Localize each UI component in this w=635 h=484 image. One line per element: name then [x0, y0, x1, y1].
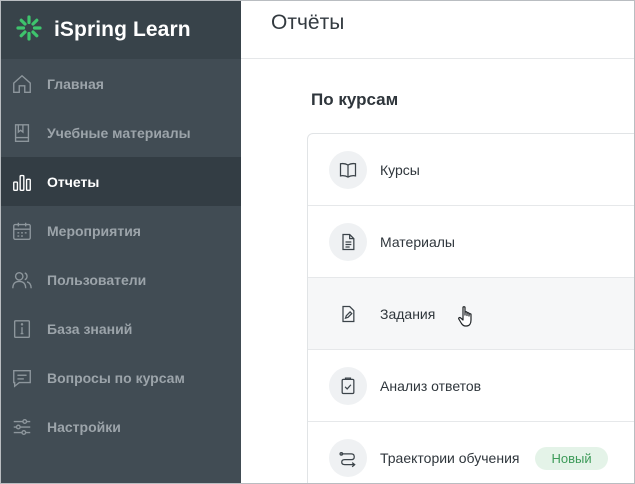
report-item-label: Материалы [380, 233, 455, 250]
sidebar-item-settings[interactable]: Настройки [1, 402, 241, 451]
report-item-label: Анализ ответов [380, 377, 482, 394]
sidebar-item-label: Отчеты [47, 173, 100, 190]
sidebar-item-events[interactable]: Мероприятия [1, 206, 241, 255]
logo[interactable]: iSpring Learn [1, 1, 241, 59]
page-title: Отчёты [271, 11, 345, 34]
sliders-icon [10, 415, 34, 439]
sidebar-item-label: Мероприятия [47, 222, 141, 239]
section-title: По курсам [311, 90, 399, 109]
sidebar: iSpring Learn Главная Учебные материалы … [1, 1, 241, 483]
report-item-learning-paths[interactable]: Траектории обучения Новый [308, 422, 634, 483]
sidebar-nav: Главная Учебные материалы Отчеты Меропри… [1, 59, 241, 451]
info-book-icon [10, 317, 34, 341]
calendar-icon [10, 219, 34, 243]
users-icon [10, 268, 34, 292]
sidebar-item-label: Настройки [47, 418, 121, 435]
sidebar-item-label: База знаний [47, 320, 133, 337]
app-name: iSpring Learn [54, 18, 191, 41]
report-item-label: Задания [380, 305, 436, 322]
ispring-logo-icon [15, 14, 43, 47]
report-item-courses[interactable]: Курсы [308, 134, 634, 206]
route-icon [329, 439, 367, 477]
main-content: По курсам Курсы Материалы Задания Анализ… [241, 59, 634, 483]
sidebar-item-reports[interactable]: Отчеты [1, 157, 241, 206]
sidebar-item-label: Главная [47, 75, 104, 92]
hand-cursor-icon [458, 306, 472, 327]
sidebar-item-materials[interactable]: Учебные материалы [1, 108, 241, 157]
sidebar-item-label: Учебные материалы [47, 124, 191, 141]
report-item-answer-analysis[interactable]: Анализ ответов [308, 350, 634, 422]
open-book-icon [329, 150, 367, 189]
sidebar-item-home[interactable]: Главная [1, 59, 241, 108]
sidebar-item-course-questions[interactable]: Вопросы по курсам [1, 353, 241, 402]
sidebar-item-label: Вопросы по курсам [47, 369, 185, 386]
document-icon [329, 222, 367, 261]
book-icon [10, 121, 34, 145]
sidebar-item-users[interactable]: Пользователи [1, 255, 241, 304]
new-badge: Новый [535, 446, 608, 470]
bar-chart-icon [10, 170, 34, 194]
report-item-materials[interactable]: Материалы [308, 206, 634, 278]
sidebar-item-knowledge-base[interactable]: База знаний [1, 304, 241, 353]
edit-document-icon [329, 295, 367, 333]
report-item-label: Курсы [380, 161, 420, 178]
sidebar-item-label: Пользователи [47, 271, 147, 288]
report-item-label: Траектории обучения [380, 450, 520, 466]
page-header: Отчёты [241, 1, 634, 59]
chat-icon [10, 366, 34, 390]
app-window: iSpring Learn Главная Учебные материалы … [0, 0, 635, 484]
home-icon [10, 72, 34, 96]
checklist-icon [329, 366, 367, 405]
